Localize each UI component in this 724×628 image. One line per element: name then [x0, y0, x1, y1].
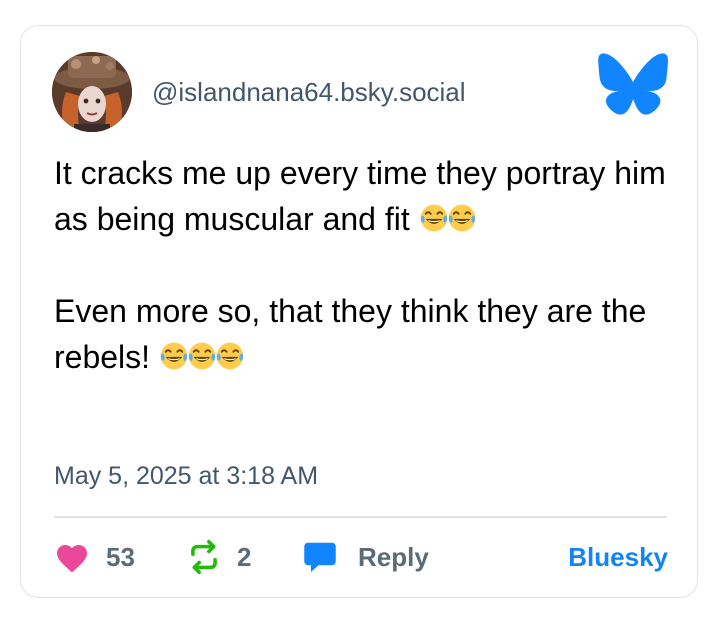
reply-label: Reply: [358, 541, 429, 572]
laughing-emoji-group: [419, 201, 475, 237]
reply-bubble-icon: [304, 542, 336, 572]
action-bar: 53 2 Reply Bluesky: [54, 536, 668, 578]
tears-of-joy-emoji: [188, 342, 216, 370]
repost-icon: [191, 539, 217, 575]
post-paragraph-text: Even more so, that they think they are t…: [54, 293, 647, 375]
laughing-emoji-group: [159, 339, 244, 375]
repost-button[interactable]: 2: [187, 536, 251, 578]
reply-button[interactable]: Reply: [302, 536, 429, 578]
tears-of-joy-emoji: [420, 204, 447, 232]
post-timestamp[interactable]: May 5, 2025 at 3:18 AM: [54, 460, 318, 492]
author-handle[interactable]: @islandnana64.bsky.social: [152, 75, 466, 109]
tears-of-joy-emoji: [448, 204, 475, 232]
post-paragraph: Even more so, that they think they are t…: [54, 288, 674, 380]
divider: [54, 516, 667, 518]
like-button[interactable]: 53: [54, 536, 135, 578]
post-paragraph-text: It cracks me up every time they portray …: [54, 155, 666, 237]
heart-icon: [57, 545, 87, 573]
like-count: 53: [106, 541, 135, 572]
post-card: @islandnana64.bsky.social It cracks me u…: [20, 25, 698, 598]
avatar[interactable]: [52, 52, 132, 132]
post-text: It cracks me up every time they portray …: [54, 150, 674, 380]
repost-count: 2: [237, 541, 252, 572]
tears-of-joy-emoji: [216, 342, 244, 370]
open-in-bluesky-link[interactable]: Bluesky: [568, 536, 668, 578]
tears-of-joy-emoji: [160, 342, 188, 370]
bluesky-butterfly-icon[interactable]: [597, 52, 669, 116]
post-paragraph: It cracks me up every time they portray …: [54, 150, 674, 242]
